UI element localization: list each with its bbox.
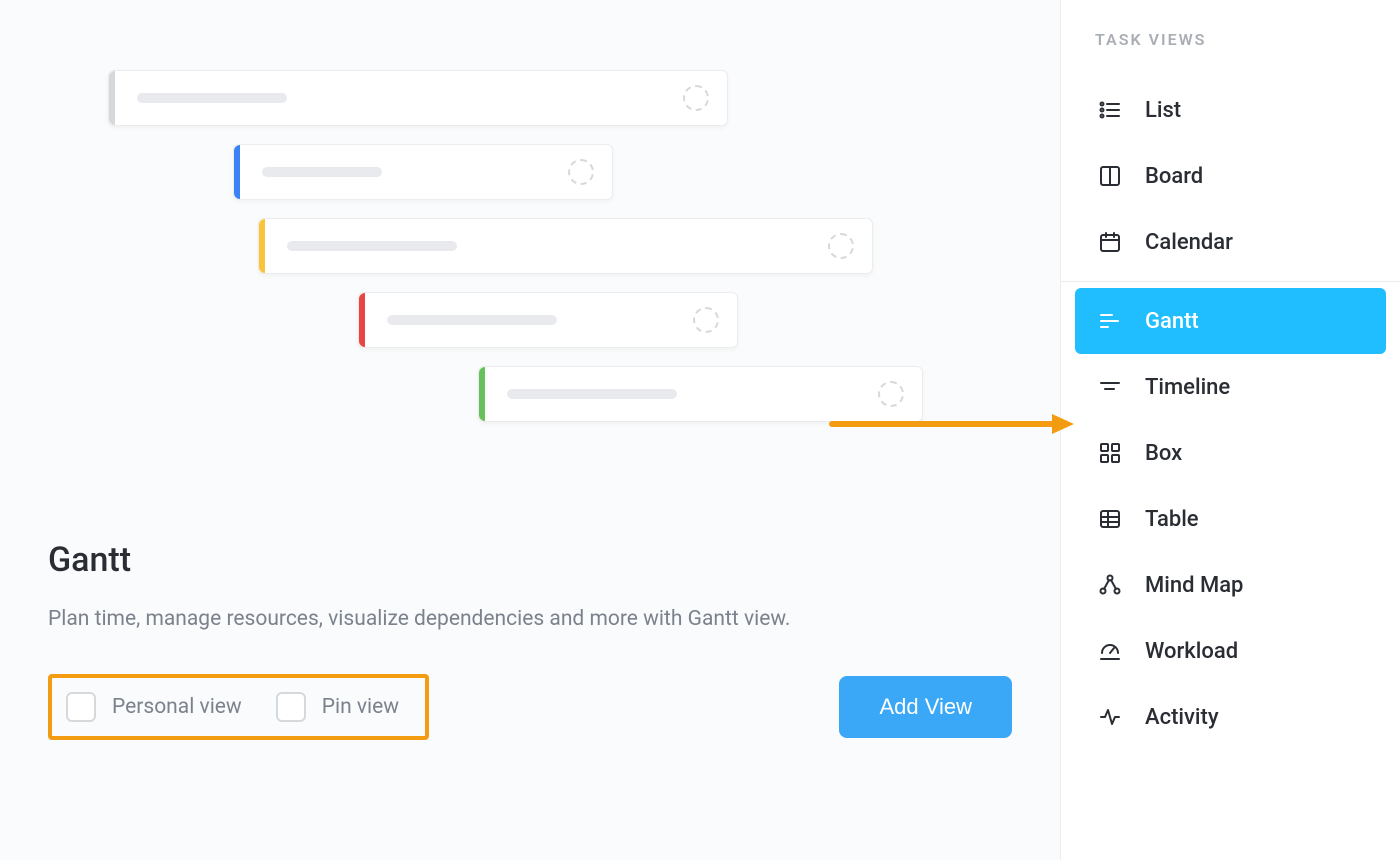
gantt-bar-assignee-placeholder (693, 307, 719, 333)
gantt-preview-bars (48, 70, 1012, 460)
task-view-item-label: Activity (1145, 705, 1219, 730)
gantt-bar-accent (234, 145, 240, 199)
board-icon (1097, 163, 1123, 189)
task-view-item-calendar[interactable]: Calendar (1075, 209, 1386, 275)
gantt-bar-accent (359, 293, 365, 347)
task-view-item-label: Timeline (1145, 375, 1230, 400)
task-view-item-label: Box (1145, 441, 1182, 466)
workload-icon (1097, 638, 1123, 664)
task-view-item-label: Mind Map (1145, 573, 1243, 598)
pin-view-label: Pin view (322, 695, 399, 719)
task-view-item-activity[interactable]: Activity (1075, 684, 1386, 750)
gantt-bar-text-placeholder (387, 315, 557, 325)
add-view-button[interactable]: Add View (839, 676, 1012, 738)
gantt-bar-text-placeholder (137, 93, 287, 103)
task-views-list: List Board Calendar Gantt Timeline (1075, 77, 1386, 750)
timeline-icon (1097, 374, 1123, 400)
personal-view-checkbox[interactable]: Personal view (66, 692, 242, 722)
sidebar-divider (1061, 281, 1400, 282)
gantt-bar-placeholder (108, 70, 728, 126)
gantt-icon (1097, 308, 1123, 334)
gantt-bar-placeholder (233, 144, 613, 200)
gantt-preview (48, 70, 1012, 460)
gantt-bar-assignee-placeholder (568, 159, 594, 185)
checkbox-box (66, 692, 96, 722)
mind-map-icon (1097, 572, 1123, 598)
checkbox-box (276, 692, 306, 722)
view-details-panel: Gantt Plan time, manage resources, visua… (0, 0, 1060, 860)
task-view-item-box[interactable]: Box (1075, 420, 1386, 486)
view-description-text: Plan time, manage resources, visualize d… (48, 602, 878, 638)
box-icon (1097, 440, 1123, 466)
view-description: Gantt Plan time, manage resources, visua… (48, 540, 1012, 638)
activity-icon (1097, 704, 1123, 730)
task-view-item-workload[interactable]: Workload (1075, 618, 1386, 684)
pin-view-checkbox[interactable]: Pin view (276, 692, 399, 722)
task-view-item-gantt[interactable]: Gantt (1075, 288, 1386, 354)
gantt-bar-placeholder (258, 218, 873, 274)
task-view-item-label: Table (1145, 507, 1199, 532)
gantt-bar-placeholder (358, 292, 738, 348)
personal-view-label: Personal view (112, 695, 242, 719)
task-view-item-label: Calendar (1145, 230, 1233, 255)
task-view-item-board[interactable]: Board (1075, 143, 1386, 209)
gantt-bar-assignee-placeholder (878, 381, 904, 407)
task-view-item-label: List (1145, 98, 1181, 123)
sidebar-heading: TASK VIEWS (1095, 30, 1386, 49)
gantt-bar-assignee-placeholder (683, 85, 709, 111)
table-icon (1097, 506, 1123, 532)
task-view-item-label: Workload (1145, 639, 1238, 664)
calendar-icon (1097, 229, 1123, 255)
gantt-bar-accent (259, 219, 265, 273)
task-view-item-list[interactable]: List (1075, 77, 1386, 143)
gantt-bar-assignee-placeholder (828, 233, 854, 259)
list-icon (1097, 97, 1123, 123)
task-view-item-table[interactable]: Table (1075, 486, 1386, 552)
gantt-bar-text-placeholder (262, 167, 382, 177)
task-view-item-mind-map[interactable]: Mind Map (1075, 552, 1386, 618)
gantt-bar-accent (109, 71, 115, 125)
annotation-highlight: Personal view Pin view (48, 674, 429, 740)
view-options-row: Personal view Pin view Add View (48, 674, 1012, 740)
view-title: Gantt (48, 540, 1012, 580)
gantt-bar-placeholder (478, 366, 923, 422)
gantt-bar-text-placeholder (507, 389, 677, 399)
task-view-item-label: Gantt (1145, 309, 1199, 334)
task-view-item-label: Board (1145, 164, 1203, 189)
task-view-item-timeline[interactable]: Timeline (1075, 354, 1386, 420)
task-views-sidebar: TASK VIEWS List Board Calendar Gantt (1060, 0, 1400, 860)
gantt-bar-accent (479, 367, 485, 421)
gantt-bar-text-placeholder (287, 241, 457, 251)
